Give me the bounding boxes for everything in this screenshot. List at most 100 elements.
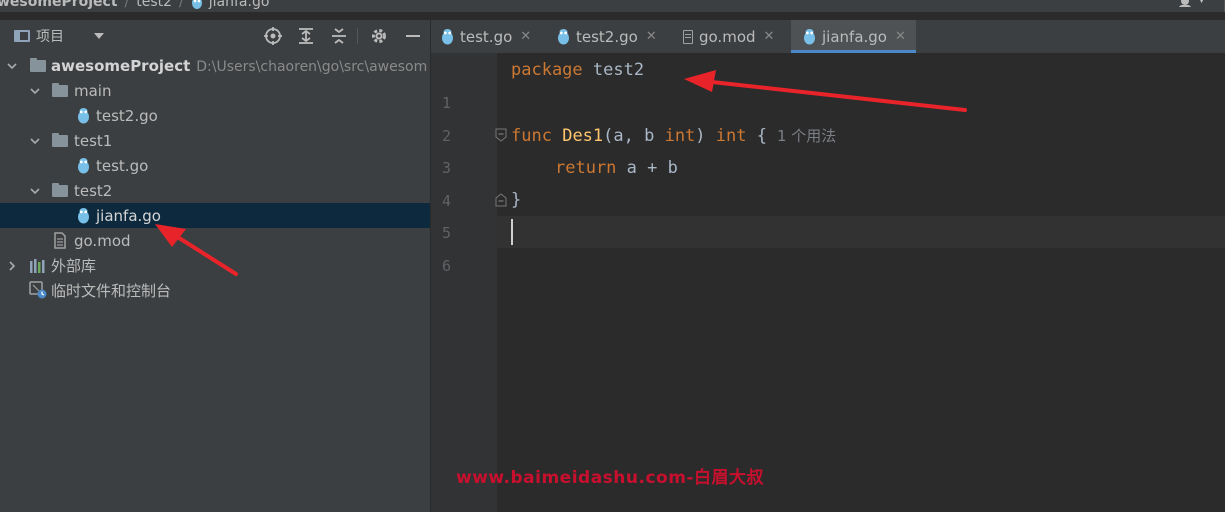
editor-tab-bar: test.go ✕ test2.go ✕ go.mod ✕ jianfa.go … <box>431 20 1225 53</box>
folder-icon <box>52 183 68 197</box>
tab-label: go.mod <box>699 27 756 46</box>
gopher-icon <box>78 208 89 224</box>
tab-jianfa-go[interactable]: jianfa.go ✕ <box>791 20 916 53</box>
divider <box>357 28 358 44</box>
tree-node-label: main <box>74 81 112 100</box>
line-number: 6 <box>441 257 451 275</box>
brace: } <box>511 190 522 210</box>
tree-node-folder-test2[interactable]: test2 <box>0 178 430 203</box>
keyword: package <box>511 60 583 80</box>
folder-icon <box>30 58 46 72</box>
fold-icon[interactable] <box>495 193 507 207</box>
gopher-icon <box>78 158 89 174</box>
file-icon <box>54 232 66 249</box>
library-icon <box>30 259 45 273</box>
breadcrumb-folder[interactable]: test2 <box>136 0 172 10</box>
tree-node-external-libraries[interactable]: 外部库 <box>0 253 430 278</box>
project-tree: awesomeProject D:\Users\chaoren\go\src\aw… <box>0 53 430 303</box>
gopher-icon <box>78 108 89 124</box>
gopher-icon <box>191 0 202 9</box>
tab-label: jianfa.go <box>822 27 887 46</box>
project-panel-header: 项目 <box>0 20 430 52</box>
tree-node-label: awesomeProject <box>51 56 191 75</box>
tree-node-file-test-go[interactable]: test.go <box>0 153 430 178</box>
keyword: return <box>555 158 617 178</box>
user-menu-button[interactable]: ▼ <box>1178 0 1205 7</box>
tree-node-label: test.go <box>96 156 149 175</box>
tab-go-mod[interactable]: go.mod ✕ <box>683 20 791 53</box>
tree-node-file-go-mod[interactable]: go.mod <box>0 228 430 253</box>
collapse-all-icon[interactable] <box>329 26 349 46</box>
close-icon[interactable]: ✕ <box>895 29 906 44</box>
function-name: Des1 <box>562 126 604 146</box>
close-icon[interactable]: ✕ <box>764 29 775 44</box>
gopher-icon <box>442 29 453 45</box>
breadcrumb-separator: / <box>179 0 184 10</box>
usage-hint[interactable]: 1 个用法 <box>777 127 836 145</box>
project-view-icon <box>14 30 30 42</box>
tab-test-go[interactable]: test.go ✕ <box>441 20 553 53</box>
close-icon[interactable]: ✕ <box>646 29 657 44</box>
line-number-gutter: 1 2 3 4 5 6 <box>431 53 497 512</box>
line-number: 3 <box>441 159 451 177</box>
watermark-text: www.baimeidashu.com-白眉大叔 <box>456 468 764 488</box>
navigation-bar: wesomeProject / test2 / jianfa.go ▼ <box>0 0 1225 12</box>
tree-node-scratches[interactable]: 临时文件和控制台 <box>0 278 430 303</box>
params-close: ) <box>695 126 716 146</box>
code-line-1[interactable]: package test2 <box>511 60 644 80</box>
params-open: (a, b <box>603 126 665 146</box>
breadcrumb-file[interactable]: jianfa.go <box>209 0 270 10</box>
tree-node-label: test2.go <box>96 106 158 125</box>
tree-node-label: 外部库 <box>51 257 97 275</box>
hide-panel-icon[interactable] <box>403 26 423 46</box>
chevron-down-icon[interactable] <box>6 60 18 72</box>
expression: a + b <box>616 158 678 178</box>
tree-node-project-root[interactable]: awesomeProject D:\Users\chaoren\go\src\aw… <box>0 53 430 78</box>
tree-node-file-test2-go[interactable]: test2.go <box>0 103 430 128</box>
gopher-icon <box>804 29 815 45</box>
project-view-selector[interactable]: 项目 <box>14 26 104 46</box>
editor-area: test.go ✕ test2.go ✕ go.mod ✕ jianfa.go … <box>431 20 1225 512</box>
fold-icon[interactable] <box>495 128 507 142</box>
tree-node-label: 临时文件和控制台 <box>51 282 172 300</box>
breadcrumb-project[interactable]: wesomeProject <box>0 0 118 10</box>
package-name: test2 <box>592 60 645 80</box>
chevron-down-icon: ▼ <box>1198 0 1205 5</box>
line-number: 2 <box>441 127 451 145</box>
tree-node-folder-test1[interactable]: test1 <box>0 128 430 153</box>
gear-icon[interactable] <box>369 26 389 46</box>
tree-node-label: jianfa.go <box>96 206 161 225</box>
tree-node-label: go.mod <box>74 231 131 250</box>
breadcrumb-separator: / <box>124 0 130 10</box>
chevron-down-icon <box>94 33 104 39</box>
line-number: 1 <box>441 94 451 112</box>
keyword: func <box>511 126 552 146</box>
close-icon[interactable]: ✕ <box>520 29 531 44</box>
type-name: int <box>715 126 747 146</box>
tree-node-folder-main[interactable]: main <box>0 78 430 103</box>
chevron-down-icon[interactable] <box>29 185 41 197</box>
gopher-icon <box>558 29 569 45</box>
chevron-down-icon[interactable] <box>29 135 41 147</box>
code-line-5[interactable]: } <box>511 190 521 210</box>
user-icon <box>1179 0 1191 7</box>
folder-icon <box>52 83 68 97</box>
code-line-3[interactable]: func Des1(a, b int) int {1 个用法 <box>511 125 836 146</box>
tab-test2-go[interactable]: test2.go ✕ <box>557 20 681 53</box>
code-line-4[interactable]: return a + b <box>555 158 678 178</box>
breadcrumb: wesomeProject / test2 / jianfa.go <box>0 0 269 12</box>
tab-label: test2.go <box>576 27 638 46</box>
current-line-highlight <box>497 216 1225 248</box>
expand-all-icon[interactable] <box>296 26 316 46</box>
locate-file-icon[interactable] <box>263 26 283 46</box>
tab-label: test.go <box>460 27 513 46</box>
chevron-down-icon[interactable] <box>29 85 41 97</box>
line-number: 4 <box>441 192 451 210</box>
text-cursor <box>511 219 513 245</box>
scratches-icon <box>29 281 47 299</box>
tree-node-label: test2 <box>74 181 113 200</box>
tree-node-file-jianfa-go[interactable]: jianfa.go <box>0 203 430 228</box>
tree-node-label: test1 <box>74 131 113 150</box>
chevron-right-icon[interactable] <box>6 260 18 272</box>
brace: { <box>746 126 767 146</box>
